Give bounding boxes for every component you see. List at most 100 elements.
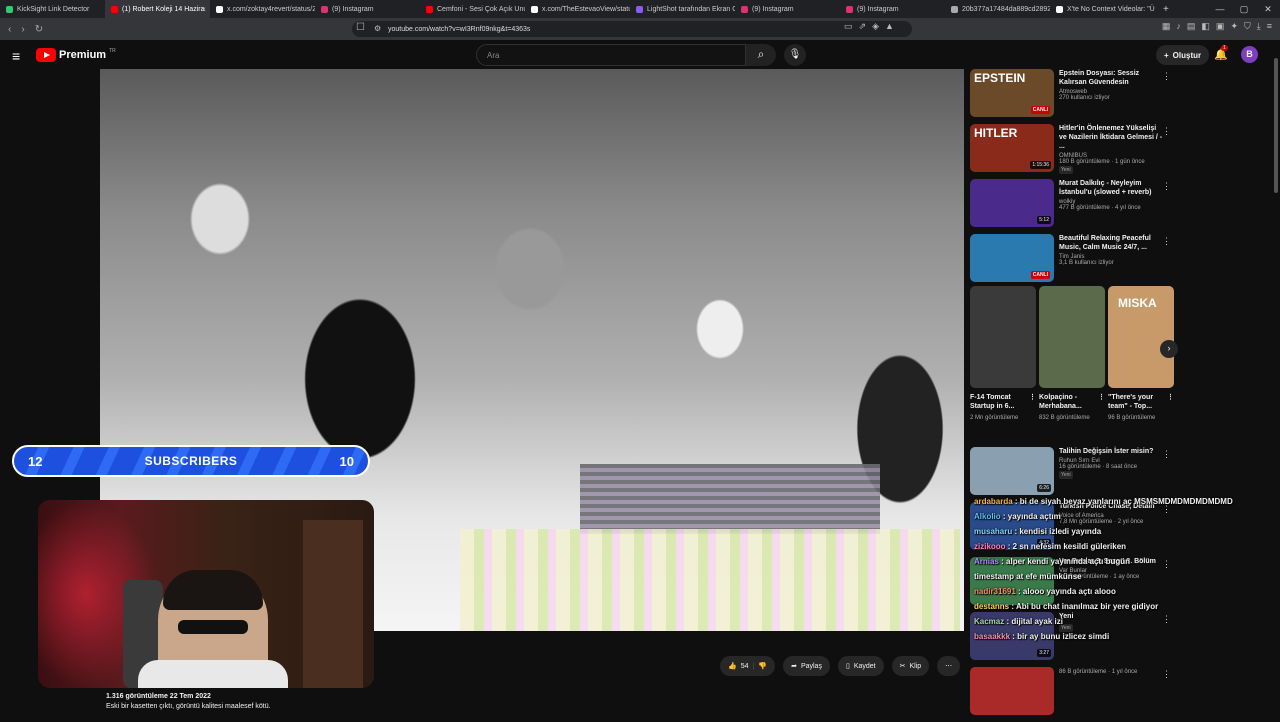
browser-tab[interactable]: X'te No Context Videolar: "Ünl — [1050, 0, 1155, 18]
recommendation-item[interactable]: HITLER 1:15:36 Hitler'in Önlenemez Yükseli… — [970, 124, 1175, 176]
browser-tab[interactable]: x.com/TheEstevaoView/status/ — [525, 0, 630, 18]
chat-username[interactable]: Arnias — [974, 557, 999, 566]
browser-tab-bar: KickSight Link Detector (1) Robert Koleji… — [0, 0, 1280, 18]
close-window-icon[interactable]: ✕ — [1256, 4, 1280, 15]
extension-puzzle-icon[interactable]: ✦ — [1230, 21, 1238, 32]
chat-username[interactable]: destanns — [974, 602, 1009, 611]
short-title[interactable]: "There's your team" - Top... — [1108, 393, 1167, 411]
music-icon[interactable]: ♪ — [1176, 21, 1181, 32]
video-thumbnail[interactable]: EPSTEIN CANLI — [970, 69, 1054, 117]
more-options-icon[interactable]: ⋮ — [1162, 449, 1171, 460]
recommendation-item[interactable]: 6:26 Talihin Değişsin İster misin? Ruhun S… — [970, 447, 1175, 499]
logo-region: TR — [109, 48, 116, 54]
video-thumbnail[interactable] — [970, 667, 1054, 715]
video-description[interactable]: 1.316 görüntüleme 22 Tem 2022 Eski bir k… — [106, 692, 271, 712]
video-title[interactable]: Beautiful Relaxing Peaceful Music, Calm … — [1059, 234, 1164, 252]
avatar[interactable]: B — [1241, 46, 1258, 63]
short-item[interactable]: F-14 Tomcat Startup in 6... ⋮ 2 Mn görüntü… — [970, 286, 1036, 422]
more-options-icon[interactable]: ⋮ — [1162, 236, 1171, 247]
browser-tab[interactable]: (9) Instagram — [735, 0, 840, 18]
hamburger-menu-icon[interactable]: ≡ — [12, 48, 20, 64]
more-actions-button[interactable]: ⋯ — [937, 656, 961, 676]
video-title[interactable]: Hitler'in Önlenemez Yükselişi ve Naziler… — [1059, 124, 1164, 151]
save-button[interactable]: ▯ Kaydet — [837, 656, 884, 676]
short-views: 832 B görüntüleme — [1039, 415, 1090, 421]
share-label: Paylaş — [800, 662, 822, 670]
search-input[interactable]: Ara — [476, 44, 746, 66]
chat-username[interactable]: musaharu — [974, 527, 1012, 536]
short-thumbnail[interactable] — [1039, 286, 1105, 388]
extension-icon-3[interactable]: ▣ — [1216, 21, 1225, 32]
download-icon[interactable]: ⤓ — [1257, 21, 1261, 32]
share-page-icon[interactable]: ⇗ — [859, 21, 867, 32]
url-field[interactable]: ☐ ⚙ youtube.com/watch?v=wI3Rnf09nkg&t=43… — [352, 21, 912, 37]
youtube-logo[interactable]: Premium TR — [36, 48, 116, 62]
chat-username[interactable]: nadir31691 — [974, 587, 1016, 596]
minimize-icon[interactable]: — — [1208, 4, 1232, 14]
short-title[interactable]: F-14 Tomcat Startup in 6... — [970, 393, 1029, 411]
chat-username[interactable]: ardabarda — [974, 497, 1013, 506]
video-thumbnail[interactable]: HITLER 1:15:36 — [970, 124, 1054, 172]
video-thumbnail[interactable]: 5:12 — [970, 179, 1054, 227]
more-options-icon[interactable]: ⋮ — [1162, 71, 1171, 82]
browser-tab[interactable]: (9) Instagram — [315, 0, 420, 18]
short-title[interactable]: Kolpaçino - Merhabana... — [1039, 393, 1098, 411]
short-thumbnail[interactable] — [970, 286, 1036, 388]
like-button[interactable]: 👍 54 | 👎 — [720, 656, 776, 676]
voice-search-button[interactable]: 🎙 — [784, 44, 806, 66]
more-options-icon[interactable]: ⋮ — [1098, 393, 1105, 411]
notifications-button[interactable]: 🔔 1 — [1214, 45, 1228, 61]
search-button[interactable]: ⌕ — [746, 44, 776, 66]
extension-triangle-icon[interactable]: ▲ — [885, 21, 894, 32]
browser-tab[interactable]: LightShot tarafından Ekran Gö — [630, 0, 735, 18]
short-thumbnail[interactable]: MISKA — [1108, 286, 1174, 388]
chat-username[interactable]: basaakkk — [974, 632, 1010, 641]
short-item[interactable]: Kolpaçino - Merhabana... ⋮ 832 B görüntüle… — [1039, 286, 1105, 422]
sidebar-icon[interactable]: ◧ — [1201, 21, 1210, 32]
browser-tab[interactable]: 20b377a17484da889cd2892 — [945, 0, 1050, 18]
more-options-icon[interactable]: ⋮ — [1162, 669, 1171, 680]
recommendation-item[interactable]: 5:12 Murat Dalkılıç - Neyleyim İstanbul'u… — [970, 179, 1175, 231]
recommendation-item[interactable]: CANLI Beautiful Relaxing Peaceful Music, … — [970, 234, 1175, 286]
more-options-icon[interactable]: ⋮ — [1162, 126, 1171, 137]
scrollbar[interactable] — [1274, 58, 1278, 193]
browser-tab[interactable]: x.com/zoktay4revert/status/2 — [210, 0, 315, 18]
forward-icon[interactable]: › — [21, 24, 24, 35]
share-button[interactable]: ➦ Paylaş — [783, 656, 830, 676]
more-options-icon[interactable]: ⋮ — [1029, 393, 1036, 411]
extension-icon-2[interactable]: ▤ — [1187, 21, 1196, 32]
chat-username[interactable]: Kacmaz — [974, 617, 1004, 626]
back-icon[interactable]: ‹ — [8, 24, 11, 35]
browser-tab[interactable]: KickSight Link Detector — [0, 0, 105, 18]
recommendation-item[interactable]: 86 B görüntüleme · 1 yıl önce ⋮ — [970, 667, 1175, 719]
close-tab-icon[interactable]: × — [201, 5, 206, 14]
chat-username[interactable]: zizikooo — [974, 542, 1006, 551]
browser-tab[interactable]: Cemfoni - Sesi Çok Açık Unut — [420, 0, 525, 18]
chat-username[interactable]: Alkolio — [974, 512, 1001, 521]
clip-button[interactable]: ✂ Klip — [891, 656, 930, 676]
browser-tab[interactable]: (1) Robert Koleji 14 Hazira × — [105, 0, 210, 18]
thumbs-down-icon[interactable]: 👎 — [758, 662, 767, 670]
video-title[interactable]: Epstein Dosyası: Sessiz Kalırsan Güvende… — [1059, 69, 1164, 87]
video-thumbnail[interactable]: 6:26 — [970, 447, 1054, 495]
reload-icon[interactable]: ↻ — [35, 24, 43, 35]
more-options-icon[interactable]: ⋮ — [1162, 181, 1171, 192]
extension-icon-1[interactable]: ▦ — [1162, 21, 1171, 32]
chat-text: alooo yayında açtı alooo — [1022, 587, 1116, 596]
new-tab-icon[interactable]: + — [1155, 4, 1177, 15]
recommendation-item[interactable]: EPSTEIN CANLI Epstein Dosyası: Sessiz Kalı… — [970, 69, 1175, 121]
shorts-next-button[interactable]: › — [1160, 340, 1178, 358]
browser-menu-icon[interactable]: ≡ — [1267, 21, 1272, 32]
video-thumbnail[interactable]: CANLI — [970, 234, 1054, 282]
maximize-icon[interactable]: ▢ — [1232, 4, 1256, 15]
more-options-icon[interactable]: ⋮ — [1167, 393, 1174, 411]
install-icon[interactable]: ▭ — [844, 21, 853, 32]
create-button[interactable]: + Oluştur — [1156, 45, 1210, 65]
browser-tab[interactable]: (9) Instagram — [840, 0, 945, 18]
extension-shield-icon[interactable]: ◈ — [872, 21, 879, 32]
bookmark-icon[interactable]: ☐ — [356, 22, 365, 33]
site-info-icon[interactable]: ⚙ — [374, 24, 381, 33]
shield-icon[interactable]: ⛉ — [1244, 21, 1251, 32]
video-title[interactable]: Talihin Değişsin İster misin? — [1059, 447, 1164, 456]
video-title[interactable]: Murat Dalkılıç - Neyleyim İstanbul'u (sl… — [1059, 179, 1164, 197]
